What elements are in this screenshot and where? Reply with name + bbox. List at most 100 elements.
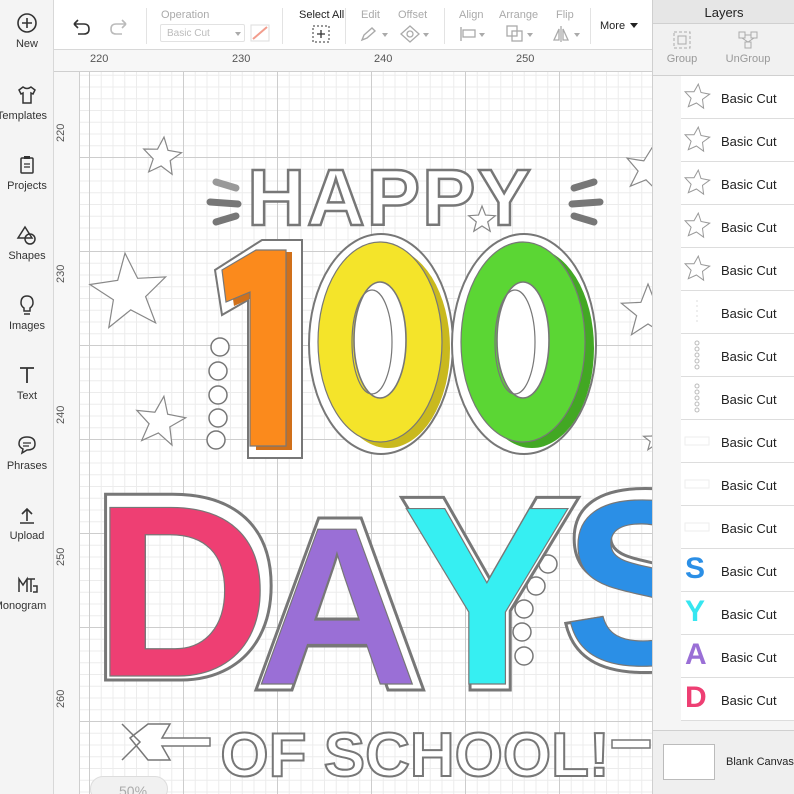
letter-a: A — [256, 480, 419, 732]
layer-row[interactable]: Basic Cut — [681, 205, 794, 248]
layer-name: Basic Cut — [721, 392, 777, 407]
flip-button[interactable] — [552, 25, 570, 48]
sidebar-item-templates[interactable]: Templates — [0, 84, 54, 150]
flip-icon — [552, 26, 570, 42]
layer-row[interactable]: Basic Cut — [681, 506, 794, 549]
zoom-control[interactable]: 50% — [90, 776, 168, 794]
slash-swatch-icon — [250, 24, 270, 42]
top-toolbar: Operation Basic Cut Select All Edit Offs… — [54, 0, 652, 50]
group-icon — [673, 31, 691, 49]
monogram-icon — [18, 576, 38, 593]
ruler-tick-label: 260 — [55, 689, 67, 708]
arrange-button[interactable] — [506, 25, 524, 48]
ruler-top: 220 230 240 250 — [54, 50, 652, 72]
layer-row[interactable]: Basic Cut — [681, 463, 794, 506]
chevron-down-icon — [527, 33, 533, 37]
chevron-down-icon — [574, 33, 580, 37]
star-shape — [142, 135, 184, 176]
star-shape — [619, 282, 652, 337]
more-button[interactable]: More — [600, 20, 639, 32]
operation-select[interactable]: Basic Cut — [160, 24, 245, 42]
design-canvas[interactable]: HAPPY D D A A Y Y S S OF SCHOOL! 50% — [80, 72, 652, 794]
layer-row[interactable]: A Basic Cut — [681, 635, 794, 678]
layers-list: Basic Cut Basic Cut Basic Cut Basic Cut Basi… — [653, 76, 794, 730]
layer-row[interactable]: Basic Cut — [681, 248, 794, 291]
layer-row[interactable]: Basic Cut — [681, 76, 794, 119]
letter-d: D — [94, 454, 271, 728]
design-artwork: HAPPY D D A A Y Y S S OF SCHOOL! — [86, 135, 652, 791]
sidebar-item-shapes[interactable]: Shapes — [0, 224, 54, 290]
layer-row[interactable]: Basic Cut — [681, 119, 794, 162]
arrange-icon — [506, 25, 523, 42]
group-button[interactable]: Group — [665, 30, 699, 65]
redo-button[interactable] — [108, 18, 130, 41]
layer-thumbnail — [683, 124, 711, 156]
sidebar-item-projects[interactable]: Projects — [0, 154, 54, 220]
shapes-icon — [16, 225, 36, 245]
layer-row[interactable]: Y Basic Cut — [681, 592, 794, 635]
design-space-app: New Templates Projects Shapes Images Tex… — [0, 0, 794, 794]
ruler-tick-label: 250 — [55, 547, 67, 566]
ruler-tick-label: 240 — [374, 53, 393, 65]
of-school-phrase: OF SCHOOL! — [220, 721, 609, 790]
layer-thumbnail — [683, 339, 711, 371]
sidebar-item-label: Text — [16, 390, 38, 402]
layer-name: Basic Cut — [721, 134, 777, 149]
layer-row[interactable]: D Basic Cut — [681, 678, 794, 721]
select-all-button[interactable] — [312, 25, 330, 48]
layers-panel-title: Layers — [653, 0, 794, 24]
ruler-tick-label: 230 — [232, 53, 251, 65]
layer-name: Basic Cut — [721, 349, 777, 364]
undo-icon — [73, 19, 90, 35]
layer-row[interactable]: Basic Cut — [681, 291, 794, 334]
layer-thumbnail-letter: A — [685, 638, 707, 671]
edit-label: Edit — [361, 9, 380, 21]
layer-thumbnail — [683, 167, 711, 199]
sidebar-item-images[interactable]: Images — [0, 294, 54, 360]
arrow-right — [611, 739, 651, 749]
offset-button[interactable] — [400, 25, 420, 48]
layer-row[interactable]: Basic Cut — [681, 162, 794, 205]
layer-thumbnail-letter: S — [685, 552, 706, 585]
sidebar-item-label: Templates — [0, 110, 48, 122]
ruler-tick-label: 220 — [90, 53, 109, 65]
chevron-down-icon — [423, 33, 429, 37]
layer-row[interactable]: Basic Cut — [681, 377, 794, 420]
caret-down-icon — [630, 23, 639, 28]
group-label: Group — [666, 53, 698, 65]
layer-thumbnail: A — [683, 638, 711, 672]
offset-icon — [400, 25, 420, 43]
burst-lines-left — [206, 178, 242, 226]
sidebar-item-label: Upload — [9, 530, 45, 542]
align-button[interactable] — [459, 26, 477, 47]
sidebar-item-monogram[interactable]: Monogram — [0, 574, 54, 640]
layer-name: Basic Cut — [721, 306, 777, 321]
layer-name: Basic Cut — [721, 91, 777, 106]
sidebar-item-label: New — [15, 38, 38, 50]
sidebar-item-upload[interactable]: Upload — [0, 504, 54, 570]
sidebar-item-new[interactable]: New — [0, 12, 54, 78]
layer-row[interactable]: Basic Cut — [681, 334, 794, 377]
layer-row[interactable]: Basic Cut — [681, 420, 794, 463]
select-all-icon — [312, 25, 330, 43]
ungroup-button[interactable]: UnGroup — [723, 30, 773, 65]
layer-thumbnail — [683, 210, 711, 242]
layer-thumbnail — [683, 81, 711, 113]
chevron-down-icon — [235, 32, 241, 36]
number-zero-first — [308, 233, 454, 455]
projects-icon — [20, 156, 34, 174]
linetype-color-swatch[interactable] — [250, 24, 270, 47]
sidebar-item-phrases[interactable]: Phrases — [0, 434, 54, 500]
layer-thumbnail: D — [683, 681, 711, 715]
layer-thumbnail — [683, 253, 711, 285]
operation-label: Operation — [161, 9, 210, 21]
redo-icon — [110, 19, 127, 35]
layer-name: Basic Cut — [721, 564, 777, 579]
sidebar-item-text[interactable]: Text — [0, 364, 54, 430]
layer-name: Basic Cut — [721, 478, 777, 493]
burst-lines-right — [568, 178, 604, 226]
undo-button[interactable] — [70, 18, 92, 41]
edit-button[interactable] — [360, 26, 378, 47]
layer-row[interactable]: S Basic Cut — [681, 549, 794, 592]
blank-canvas-row[interactable]: Blank Canvas — [653, 730, 794, 794]
